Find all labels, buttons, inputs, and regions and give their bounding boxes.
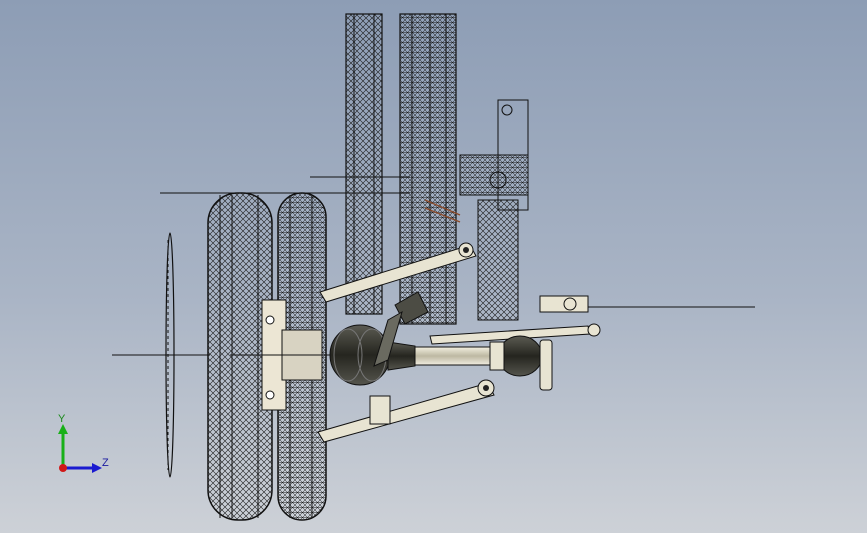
axis-z-label: Z: [102, 457, 109, 469]
axis-y-label: Y: [58, 413, 66, 425]
y-axis-arrow-icon: [58, 424, 68, 468]
lower-control-arm[interactable]: [317, 379, 495, 443]
graphics-viewport[interactable]: Y Z: [0, 0, 867, 533]
inner-joint[interactable]: [539, 295, 589, 313]
z-axis-arrow-icon: [63, 463, 102, 473]
strut-tower-right[interactable]: [399, 13, 457, 325]
mounting-bracket[interactable]: [459, 99, 529, 321]
suspension-assembly-model[interactable]: [0, 0, 867, 533]
strut-tower-left[interactable]: [345, 13, 383, 315]
x-axis-origin-icon: [59, 464, 67, 472]
